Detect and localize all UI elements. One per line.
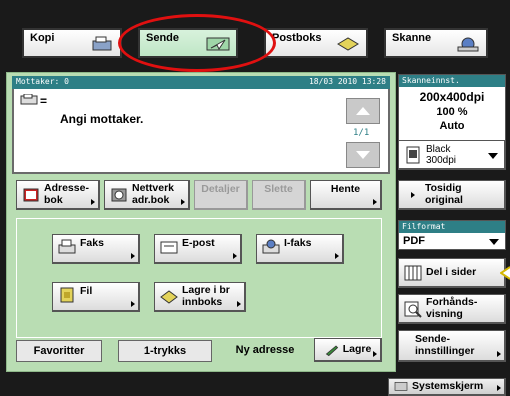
network-address-book-button[interactable]: Nettverk adr.bok xyxy=(104,180,190,210)
store-in-inbox-button[interactable]: Lagre i br innboks xyxy=(154,282,246,312)
one-touch-label: 1-trykks xyxy=(143,345,187,357)
highlight-ring xyxy=(118,14,276,72)
file-label: Fil xyxy=(80,285,93,297)
tab-label: Postboks xyxy=(272,32,322,44)
magnifier-icon xyxy=(404,301,422,318)
scroll-up-button[interactable] xyxy=(346,98,380,124)
fax-button[interactable]: Faks xyxy=(52,234,140,264)
triangle-down-icon xyxy=(356,151,370,159)
ifax-label: I-faks xyxy=(284,237,312,249)
pointer-arrow-icon xyxy=(500,266,510,280)
system-monitor-button[interactable]: Systemskjerm xyxy=(388,378,506,396)
file-format-header: Filformat xyxy=(399,221,505,233)
color-mode-select[interactable]: Black 300dpi xyxy=(398,140,506,170)
tab-label: Skanne xyxy=(392,32,432,44)
document-black-icon xyxy=(406,146,420,163)
network-book-icon xyxy=(111,188,127,201)
delete-label: Slette xyxy=(264,183,293,195)
retrieve-button[interactable]: Hente xyxy=(310,180,382,210)
system-monitor-label: Systemskjerm xyxy=(412,379,484,392)
resolution-value: 200x400dpi xyxy=(419,90,485,104)
address-book-button[interactable]: Adresse- bok xyxy=(16,180,100,210)
tab-favorites[interactable]: Favoritter xyxy=(16,340,102,362)
two-sided-original-button[interactable]: Tosidig original xyxy=(398,180,506,210)
preview-label: Forhånds- visning xyxy=(426,296,478,320)
dropdown-icon xyxy=(488,153,498,159)
file-folder-icon xyxy=(60,287,74,303)
scan-settings-header: Skanneinnst. xyxy=(399,75,505,87)
split-pages-label: Del i sider xyxy=(426,265,477,278)
ifax-icon xyxy=(262,239,280,254)
monitor-icon xyxy=(394,381,408,391)
recipient-prefix: = xyxy=(40,94,48,108)
tab-one-touch[interactable]: 1-trykks xyxy=(118,340,212,362)
scan-globe-icon xyxy=(457,37,479,52)
email-button[interactable]: E-post xyxy=(154,234,242,264)
address-book-label: Adresse- bok xyxy=(44,182,89,206)
file-format-select[interactable]: Filformat PDF xyxy=(398,220,506,250)
recipient-count: Mottaker: 0 xyxy=(16,77,69,86)
tab-new-address[interactable]: Ny adresse xyxy=(222,338,308,362)
favorites-label: Favoritter xyxy=(33,345,85,357)
mode-value: Auto xyxy=(439,120,465,132)
two-sided-label: Tosidig original xyxy=(425,182,463,206)
email-icon xyxy=(160,241,178,254)
save-icon xyxy=(325,344,338,356)
triangle-up-icon xyxy=(356,107,370,115)
inbox-icon xyxy=(160,289,178,304)
address-book-icon xyxy=(23,188,39,201)
save-label: Lagre xyxy=(342,342,372,355)
save-button[interactable]: Lagre xyxy=(314,338,382,362)
delete-button[interactable]: Slette xyxy=(252,180,306,210)
preview-button[interactable]: Forhånds- visning xyxy=(398,294,506,324)
split-pages-icon xyxy=(404,265,422,280)
recipient-header: Mottaker: 0 18/03 2010 13:28 xyxy=(12,76,390,89)
file-button[interactable]: Fil xyxy=(52,282,140,312)
tab-skanne[interactable]: Skanne xyxy=(384,28,488,58)
fax-icon xyxy=(58,239,76,254)
datetime: 18/03 2010 13:28 xyxy=(308,77,386,86)
retrieve-label: Hente xyxy=(330,183,361,195)
page-indicator: 1/1 xyxy=(353,128,370,138)
details-button[interactable]: Detaljer xyxy=(194,180,248,210)
scroll-down-button[interactable] xyxy=(346,142,380,168)
mailbox-icon xyxy=(337,37,359,51)
send-settings-label: Sende- innstillinger xyxy=(415,333,475,357)
split-pages-button[interactable]: Del i sider xyxy=(398,258,506,288)
dropdown-icon xyxy=(489,239,499,245)
store-in-inbox-label: Lagre i br innboks xyxy=(182,284,230,308)
send-settings-button[interactable]: Sende- innstillinger xyxy=(398,330,506,362)
email-label: E-post xyxy=(182,237,215,249)
tab-kopi[interactable]: Kopi xyxy=(22,28,122,58)
copier-icon xyxy=(92,36,112,51)
zoom-value: 100 % xyxy=(436,106,468,118)
color-line2: 300dpi xyxy=(426,154,457,166)
fax-label: Faks xyxy=(80,237,104,249)
recipient-prompt: Angi mottaker. xyxy=(60,112,144,126)
color-line1: Black xyxy=(426,143,451,155)
network-address-book-label: Nettverk adr.bok xyxy=(132,182,175,206)
new-address-label: Ny adresse xyxy=(235,344,295,356)
tab-label: Kopi xyxy=(30,32,55,44)
details-label: Detaljer xyxy=(201,183,240,195)
recipient-icon xyxy=(20,94,38,105)
tab-postboks[interactable]: Postboks xyxy=(264,28,368,58)
ifax-button[interactable]: I-faks xyxy=(256,234,344,264)
